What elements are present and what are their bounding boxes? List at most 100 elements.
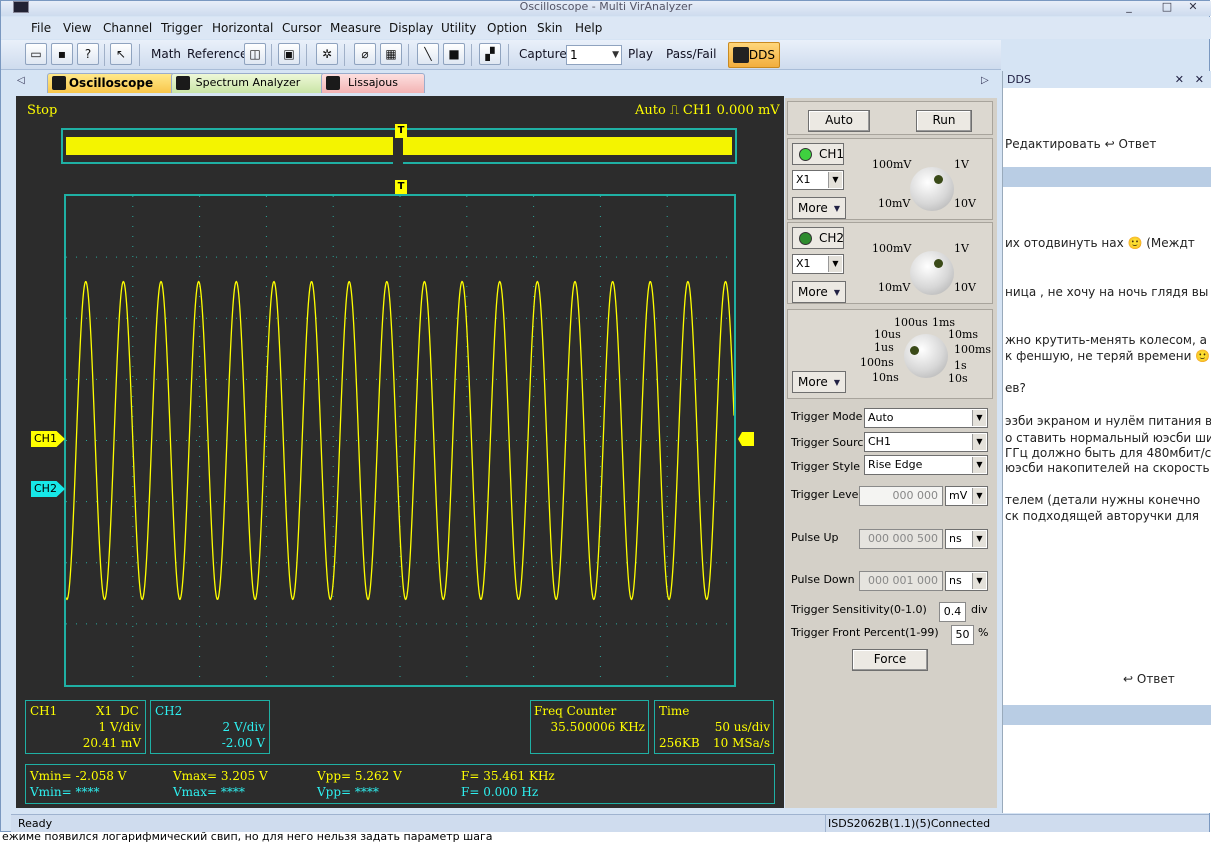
background-divider (1003, 167, 1211, 187)
fullscreen-icon[interactable]: ▣ (278, 43, 300, 65)
trigger-position-marker[interactable]: T (395, 124, 407, 138)
timebase-more-button[interactable]: More ▼ (792, 371, 846, 393)
pulse-up-input[interactable]: 000 000 500 (859, 529, 943, 549)
background-text: их отодвинуть нах 🙂 (Междт (1005, 236, 1195, 250)
ch2-volts-div-knob[interactable] (910, 251, 954, 295)
ch1-more-button[interactable]: More ▼ (792, 197, 846, 219)
trigger-style-select[interactable]: Rise Edge ▼ (864, 455, 988, 475)
timebase-scale: 50 us/div (714, 720, 770, 734)
close-button[interactable]: ✕ (1183, 1, 1203, 13)
pass-fail-button[interactable]: Pass/Fail (666, 47, 716, 61)
ch1-volts-div-knob[interactable] (910, 167, 954, 211)
tab-scroll-right-icon[interactable]: ▷ (981, 75, 989, 86)
ch1-probe-select[interactable]: X1 ▼ (792, 170, 844, 190)
menu-view[interactable]: View (63, 20, 91, 36)
line-icon[interactable]: ╲ (417, 43, 439, 65)
trigger-level-input[interactable]: 000 000 (859, 486, 943, 506)
trigger-mode-readout: Auto (635, 103, 666, 118)
dds-panel-title: DDS (1007, 73, 1031, 86)
play-button[interactable]: Play (628, 47, 653, 61)
capture-count-select[interactable]: 1 ▼ (566, 45, 622, 65)
open-folder-icon[interactable]: ▭ (25, 43, 47, 65)
waveform-grid (66, 196, 734, 685)
ch2-info-name: CH2 (155, 704, 183, 718)
timebase-knob[interactable] (904, 334, 948, 378)
pulse-up-unit-select[interactable]: ns ▼ (945, 529, 988, 549)
auto-button[interactable]: Auto (808, 110, 870, 132)
tab-oscilloscope[interactable]: Oscilloscope (47, 73, 175, 93)
knob-indicator (934, 175, 943, 184)
ch2-button-label: CH2 (819, 231, 845, 245)
menu-trigger[interactable]: Trigger (161, 20, 202, 36)
tab-scroll-left-icon[interactable]: ◁ (17, 75, 25, 86)
trigger-source-label: Trigger Source (791, 436, 871, 449)
maximize-button[interactable]: □ (1157, 1, 1177, 13)
dds-button[interactable]: DDS (728, 42, 780, 68)
tab-spectrum-analyzer[interactable]: Spectrum Analyzer (171, 73, 325, 93)
ch1-info-box: CH1 X1 DC 1 V/div 20.41 mV (25, 700, 146, 754)
capture-count-value: 1 (570, 48, 578, 62)
timebase-control-group: More ▼ 100us 1ms 10us 10ms 1us 100ms 100n… (787, 309, 993, 399)
ch2-more-button[interactable]: More ▼ (792, 281, 846, 303)
pulse-down-input[interactable]: 000 001 000 (859, 571, 943, 591)
ch1-more-label: More (798, 201, 828, 215)
menu-measure[interactable]: Measure (330, 20, 381, 36)
ch1-led-icon (799, 148, 812, 161)
screenshot-icon[interactable]: ▦ (380, 43, 402, 65)
toolbar-separator (104, 44, 105, 66)
ch2-vmin: Vmin= **** (30, 785, 100, 799)
menu-cursor[interactable]: Cursor (282, 20, 321, 36)
trigger-sensitivity-input[interactable]: 0.4 (939, 602, 966, 622)
dds-panel: DDS ✕ ✕ Редактировать ↩ Ответ их отодвин… (1002, 71, 1211, 813)
ch2-enable-button[interactable]: CH2 (792, 227, 844, 249)
grid-icon[interactable]: ✲ (316, 43, 338, 65)
pin-icon[interactable]: ✕ (1175, 71, 1184, 88)
force-trigger-button[interactable]: Force (852, 649, 928, 671)
menu-skin[interactable]: Skin (537, 20, 563, 36)
trigger-front-input[interactable]: 50 (951, 625, 974, 645)
tab-label: Lissajous (348, 76, 398, 89)
probe-icon[interactable]: ⌀ (354, 43, 376, 65)
help-icon[interactable]: ? (77, 43, 99, 65)
toolbar-separator (271, 44, 272, 66)
ch2-vpp: Vpp= **** (317, 785, 379, 799)
ch1-enable-button[interactable]: CH1 (792, 143, 844, 165)
freq-counter-value: 35.500006 KHz (550, 720, 645, 734)
pulse-down-unit-select[interactable]: ns ▼ (945, 571, 988, 591)
timebase-knob-label: 100ns (860, 356, 894, 369)
ch1-vpp: Vpp= 5.262 V (317, 769, 402, 783)
trigger-level-unit-select[interactable]: mV ▼ (945, 486, 988, 506)
memory-depth: 256KB (659, 736, 700, 750)
ch2-info-scale: 2 V/div (222, 720, 265, 734)
math-button[interactable]: Math (151, 47, 181, 61)
chevron-down-icon: ▼ (972, 410, 986, 426)
trigger-info: Auto ⎍ CH1 0.000 mV (635, 103, 780, 118)
waveform-display[interactable] (64, 194, 736, 687)
chevron-down-icon: ▼ (833, 204, 840, 213)
memory-view-window (393, 137, 403, 165)
close-icon[interactable]: ✕ (1195, 71, 1204, 88)
trigger-time-marker[interactable]: T (395, 180, 407, 194)
ch2-knob-label: 1V (954, 242, 969, 255)
stop-icon[interactable]: ■ (443, 43, 465, 65)
cursor-icon[interactable]: ◫ (244, 43, 266, 65)
trigger-source-select[interactable]: CH1 ▼ (864, 432, 988, 452)
menu-help[interactable]: Help (575, 20, 602, 36)
save-icon[interactable]: ▪ (51, 43, 73, 65)
pointer-icon[interactable]: ↖ (110, 43, 132, 65)
minimize-button[interactable]: _ (1119, 1, 1139, 13)
ch2-knob-label: 10mV (878, 281, 911, 294)
color-icon[interactable]: ▞ (479, 43, 501, 65)
reference-button[interactable]: Reference (187, 47, 247, 61)
menu-channel[interactable]: Channel (103, 20, 152, 36)
ch1-info-name: CH1 (30, 704, 58, 718)
menu-file[interactable]: File (31, 20, 51, 36)
menu-display[interactable]: Display (389, 20, 433, 36)
menu-horizontal[interactable]: Horizontal (212, 20, 273, 36)
menu-utility[interactable]: Utility (441, 20, 476, 36)
ch2-probe-select[interactable]: X1 ▼ (792, 254, 844, 274)
menu-option[interactable]: Option (487, 20, 527, 36)
tab-lissajous[interactable]: Lissajous (321, 73, 425, 93)
run-button[interactable]: Run (916, 110, 972, 132)
trigger-mode-select[interactable]: Auto ▼ (864, 408, 988, 428)
